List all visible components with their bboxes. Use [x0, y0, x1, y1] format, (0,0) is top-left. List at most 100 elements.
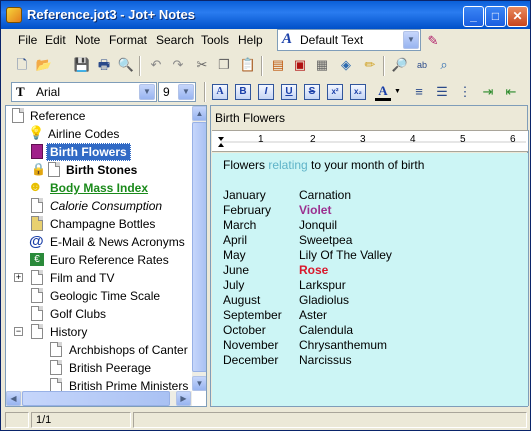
highlight-icon[interactable]: ✏: [361, 56, 379, 74]
month-cell: March: [223, 218, 257, 232]
strikethrough-button[interactable]: S: [304, 84, 320, 100]
flower-cell: Narcissus: [299, 353, 352, 367]
redo-icon[interactable]: ↷: [169, 56, 187, 74]
doc-icon: [31, 288, 43, 303]
menu-help[interactable]: Help: [238, 33, 263, 47]
paste-icon[interactable]: 📋: [239, 56, 257, 74]
note-body[interactable]: Flowers relating to your month of birth …: [212, 153, 528, 406]
font-color-button[interactable]: A: [372, 83, 394, 101]
font-dialog-button[interactable]: A: [212, 84, 228, 100]
tree-item-label: Birth Flowers: [46, 143, 131, 161]
tree-item-label: Airline Codes: [48, 127, 120, 141]
ruler[interactable]: 1 2 3 4 5 6: [212, 130, 528, 152]
month-cell: September: [223, 308, 282, 322]
scrollbar-thumb[interactable]: [22, 391, 170, 406]
intro-text: Flowers: [223, 158, 269, 172]
encrypt-icon[interactable]: ◈: [337, 56, 355, 74]
font-family-select[interactable]: T Arial ▼: [11, 82, 157, 102]
minimize-button[interactable]: _: [463, 6, 484, 27]
tree-item-label: British Peerage: [69, 361, 152, 375]
toolbar-separator: [139, 56, 141, 76]
font-size-select[interactable]: 9 ▼: [158, 82, 196, 102]
italic-button[interactable]: I: [258, 84, 274, 100]
menu-search[interactable]: Search: [156, 33, 194, 47]
ruler-tick-label: 4: [410, 134, 416, 145]
tree-item-label: Euro Reference Rates: [50, 253, 169, 267]
flower-cell: Violet: [299, 203, 332, 217]
ruler-tick-label: 1: [258, 134, 264, 145]
close-button[interactable]: ✕: [507, 6, 528, 27]
chevron-down-icon[interactable]: ▼: [192, 376, 206, 391]
style-select-value: Default Text: [300, 33, 364, 47]
superscript-button[interactable]: x²: [327, 84, 343, 100]
menu-bar: File Edit Note Format Search Tools Help: [3, 31, 530, 51]
menu-file[interactable]: File: [18, 33, 37, 47]
app-window: Reference.jot3 - Jot+ Notes _ □ ✕ File E…: [0, 0, 531, 431]
save-icon[interactable]: 💾: [73, 56, 91, 74]
doc-icon: [31, 306, 43, 321]
euro-icon: €: [30, 253, 44, 266]
menu-edit[interactable]: Edit: [45, 33, 66, 47]
paragraph-icon[interactable]: ≡: [410, 83, 428, 101]
intro-text: to your month of birth: [307, 158, 425, 172]
app-icon: [6, 7, 22, 23]
note-editor-panel: Birth Flowers 1 2 3 4 5 6 Flowers relati…: [210, 105, 529, 407]
menu-format[interactable]: Format: [109, 33, 147, 47]
indent-icon[interactable]: ⇥: [479, 83, 497, 101]
replace-icon[interactable]: ab: [413, 56, 431, 74]
print-icon[interactable]: 🖶: [95, 56, 113, 74]
undo-icon[interactable]: ↶: [147, 56, 165, 74]
chevron-down-icon[interactable]: ▼: [394, 88, 401, 95]
status-bar: 1/1: [3, 410, 530, 430]
tree-root-label: Reference: [30, 109, 86, 123]
month-cell: February: [223, 203, 272, 217]
menu-tools[interactable]: Tools: [201, 33, 229, 47]
scrollbar-thumb[interactable]: [192, 122, 206, 372]
note-tree[interactable]: Reference 💡 Airline Codes Birth Flowers …: [5, 105, 207, 407]
tree-item-label: Film and TV: [50, 271, 115, 285]
new-note-icon[interactable]: ▤: [269, 56, 287, 74]
bullet-list-icon[interactable]: ☰: [433, 83, 451, 101]
chevron-up-icon[interactable]: ▲: [192, 106, 206, 121]
flower-cell: Calendula: [299, 323, 354, 337]
font-size-value: 9: [163, 85, 170, 99]
chevron-left-icon[interactable]: ◀: [6, 391, 21, 406]
chevron-down-icon[interactable]: ▼: [403, 31, 419, 49]
status-cell: [5, 412, 29, 428]
style-edit-icon[interactable]: ✎: [424, 32, 442, 50]
find-icon[interactable]: 🔎: [391, 56, 409, 74]
tree-vertical-scrollbar[interactable]: ▲ ▼: [192, 106, 206, 391]
toolbar-separator: [204, 82, 206, 102]
maximize-button[interactable]: □: [485, 6, 506, 27]
font-type-icon: T: [16, 84, 25, 99]
chevron-down-icon[interactable]: ▼: [139, 84, 155, 100]
expand-icon[interactable]: +: [14, 273, 23, 282]
new-child-note-icon[interactable]: ▣: [291, 56, 309, 74]
outdent-icon[interactable]: ⇤: [502, 83, 520, 101]
bold-button[interactable]: B: [235, 84, 251, 100]
open-folder-icon[interactable]: 📂: [35, 56, 53, 74]
tree-item-label: Calorie Consumption: [50, 199, 163, 213]
collapse-icon[interactable]: −: [14, 327, 23, 336]
cut-icon[interactable]: ✂: [193, 56, 211, 74]
flower-cell: Rose: [299, 263, 329, 277]
underline-button[interactable]: U: [281, 84, 297, 100]
numbered-list-icon[interactable]: ⋮: [456, 83, 474, 101]
chevron-down-icon[interactable]: ▼: [178, 84, 194, 100]
style-select[interactable]: A Default Text ▼: [277, 29, 421, 51]
copy-icon[interactable]: ❐: [215, 56, 233, 74]
subscript-button[interactable]: x₂: [350, 84, 366, 100]
tree-horizontal-scrollbar[interactable]: ◀ ▶: [6, 391, 192, 406]
menu-note[interactable]: Note: [75, 33, 100, 47]
flower-cell: Carnation: [299, 188, 352, 202]
note-properties-icon[interactable]: ▦: [313, 56, 331, 74]
flower-cell: Sweetpea: [299, 233, 353, 247]
print-preview-icon[interactable]: 🔍: [117, 56, 135, 74]
at-sign-icon: @: [29, 233, 44, 250]
search-notes-icon[interactable]: ⌕: [435, 56, 453, 74]
flower-cell: Larkspur: [299, 278, 346, 292]
flower-cell: Chrysanthemum: [299, 338, 388, 352]
chevron-right-icon[interactable]: ▶: [176, 391, 191, 406]
title-bar[interactable]: Reference.jot3 - Jot+ Notes _ □ ✕: [1, 1, 530, 29]
new-file-icon[interactable]: 🗋: [13, 56, 31, 74]
